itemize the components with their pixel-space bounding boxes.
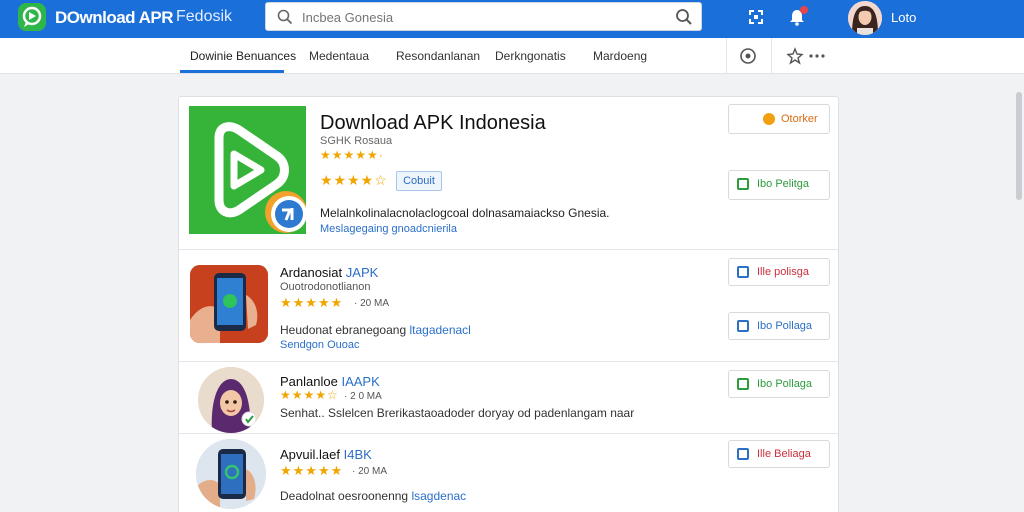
app-1-secondary-button-label: Ibo Pollaga: [757, 320, 813, 332]
notification-badge: [800, 6, 808, 14]
app-title-1-tag: JAPK: [345, 265, 379, 280]
coin-icon: [763, 113, 775, 125]
expand-icon[interactable]: [746, 7, 766, 27]
app-description-1: Heudonat ebranegoang ltagadenacl: [280, 323, 471, 337]
search-submit-icon[interactable]: [675, 8, 693, 26]
nav-divider: [726, 38, 727, 73]
hero-download-button-label: Ibo Pelitga: [757, 178, 809, 190]
app-title-1-text: Ardanosiat: [280, 265, 343, 280]
app-subtitle-1: Ouotrodonotlianon: [280, 281, 371, 293]
download-box-icon: [737, 320, 749, 332]
app-title-3-tag: I4BK: [343, 447, 372, 462]
tab-category-1[interactable]: Dowinie Benuances: [190, 49, 296, 63]
hero-app-meta: SGHK Rosaua: [320, 135, 393, 147]
search-bar[interactable]: [265, 2, 702, 31]
tab-category-2[interactable]: Medentaua: [309, 49, 369, 63]
app-3-primary-button-label: Ille Beliaga: [757, 448, 811, 460]
download-box-icon: [737, 378, 749, 390]
nav-divider: [771, 38, 772, 73]
app-title-3[interactable]: Apvuil.laef I4BK: [280, 447, 372, 462]
download-box-icon: [737, 178, 749, 190]
app-description-1-text: Heudonat ebranegoang: [280, 323, 407, 337]
hero-app-title[interactable]: Download APK Indonesia: [320, 112, 546, 135]
tab-category-5[interactable]: Mardoeng: [593, 49, 647, 63]
row-divider: [179, 249, 838, 250]
edit-box-icon: [737, 266, 749, 278]
app-3-primary-button[interactable]: Ille Beliaga: [728, 440, 830, 468]
search-icon: [277, 9, 293, 25]
app-1-secondary-button[interactable]: Ibo Pollaga: [728, 312, 830, 340]
app-rating-1: ★★★★★: [280, 295, 344, 310]
app-size-1: · 20 MA: [354, 298, 390, 309]
hero-app-icon[interactable]: [189, 106, 306, 234]
hero-download-button[interactable]: Ibo Pelitga: [728, 170, 830, 200]
app-description-3-text: Deadolnat oesroonenng: [280, 489, 409, 503]
app-description-1-tag: ltagadenacl: [409, 323, 471, 337]
scrollbar-thumb[interactable]: [1016, 92, 1022, 200]
row-divider: [179, 361, 838, 362]
app-icon-2[interactable]: [198, 367, 264, 433]
app-title-2-text: Panlanloe: [280, 374, 338, 389]
hero-rating-stars: ★★★★★·: [320, 148, 384, 162]
hero-user-rating-stars[interactable]: ★★★★☆: [320, 172, 388, 189]
hero-app-link[interactable]: Meslagegaing gnoadcnierila: [320, 223, 457, 235]
app-1-primary-button-label: Ille polisga: [757, 266, 809, 278]
tab-category-3[interactable]: Resondanlanan: [396, 49, 480, 63]
app-2-download-button[interactable]: Ibo Pollaga: [728, 370, 830, 398]
app-title-3-text: Apvuil.laef: [280, 447, 340, 462]
hero-top-button[interactable]: Otorker: [728, 104, 830, 134]
app-2-download-button-label: Ibo Pollaga: [757, 378, 813, 390]
hero-category-chip[interactable]: Cobuit: [396, 171, 442, 191]
app-1-primary-button[interactable]: Ille polisga: [728, 258, 830, 286]
more-icon[interactable]: [808, 47, 826, 65]
user-avatar[interactable]: [848, 1, 882, 35]
app-rating-2: ★★★★☆: [280, 388, 339, 402]
hero-top-button-label: Otorker: [781, 113, 818, 125]
row-divider: [179, 433, 838, 434]
app-title-1[interactable]: Ardanosiat JAPK: [280, 265, 378, 280]
app-description-3: Deadolnat oesroonenng lsagdenac: [280, 489, 466, 503]
app-description-2: Senhat.. Sslelcen Brerikastaoadoder dory…: [280, 406, 635, 420]
app-size-3: · 20 MA: [352, 466, 388, 477]
active-tab-indicator: [180, 70, 284, 73]
app-logo-icon[interactable]: [18, 3, 46, 31]
app-rating-3: ★★★★★: [280, 463, 344, 478]
app-icon-1[interactable]: [190, 265, 268, 343]
app-size-2: · 2 0 MA: [344, 391, 382, 402]
brand-name[interactable]: DOwnload APR: [55, 8, 174, 28]
brand-subtitle: Fedosik: [176, 8, 233, 25]
app-icon-3[interactable]: [196, 439, 266, 509]
tab-category-4[interactable]: Derkngonatis: [495, 49, 566, 63]
edit-box-icon: [737, 448, 749, 460]
app-description-3-tag: lsagdenac: [411, 489, 467, 503]
app-title-2-tag: IAAPK: [341, 374, 380, 389]
compass-icon[interactable]: [739, 47, 757, 65]
app-list-card: Download APK Indonesia SGHK Rosaua ★★★★★…: [178, 96, 839, 512]
pin-icon[interactable]: [786, 47, 804, 65]
app-title-2[interactable]: Panlanloe IAAPK: [280, 374, 380, 389]
hero-app-description: Melalnkolinalacnolaclogcoal dolnasamaiac…: [320, 206, 610, 220]
user-name[interactable]: Loto: [891, 10, 916, 25]
search-input[interactable]: [302, 7, 662, 27]
app-link-1[interactable]: Sendgon Ouoac: [280, 339, 360, 351]
category-nav: Dowinie Benuances Medentaua Resondanlana…: [0, 38, 1024, 74]
top-bar: DOwnload APR Fedosik Loto: [0, 0, 1024, 38]
